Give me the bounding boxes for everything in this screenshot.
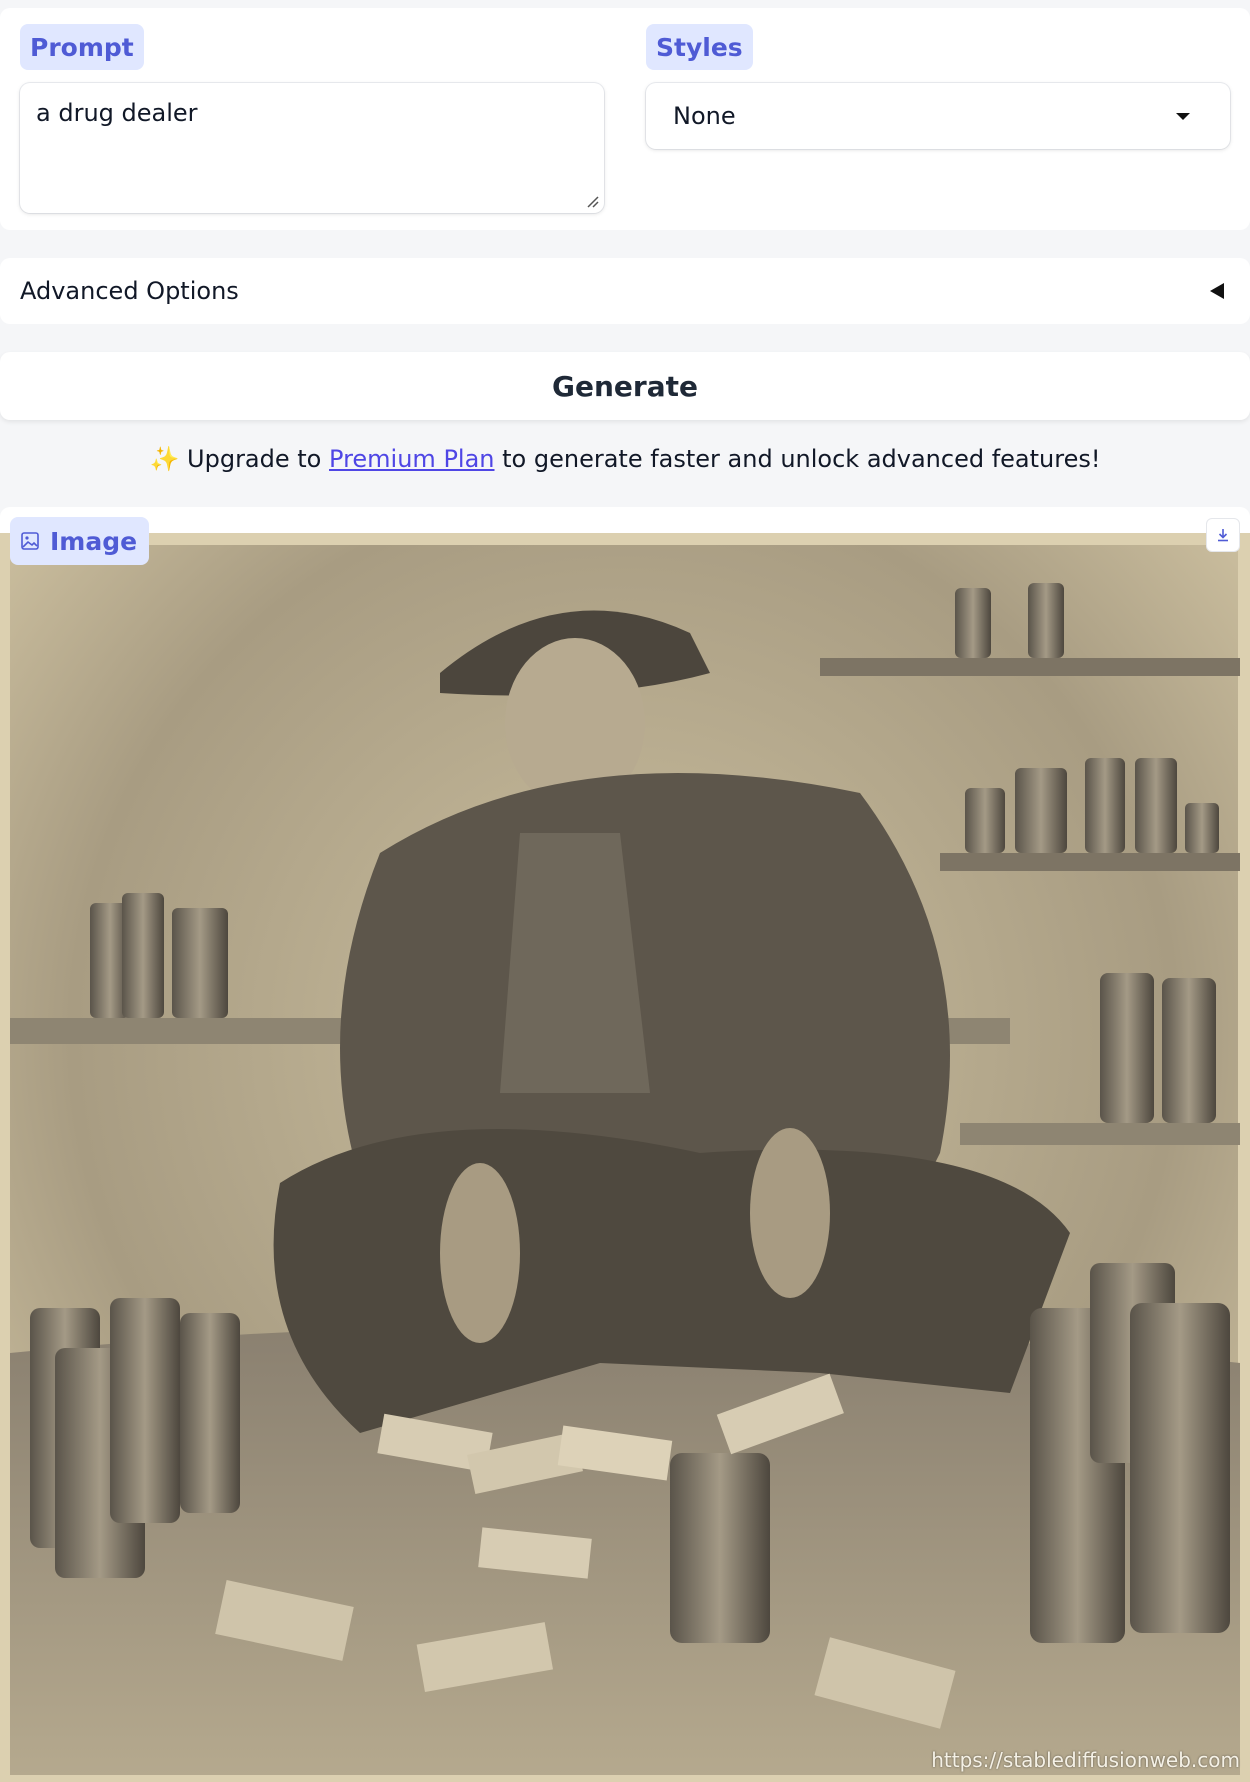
download-icon <box>1218 529 1228 542</box>
generated-image <box>0 533 1250 1782</box>
prompt-textarea[interactable]: a drug dealer <box>20 83 604 213</box>
premium-plan-link[interactable]: Premium Plan <box>329 445 494 473</box>
resize-handle-icon[interactable] <box>585 194 599 208</box>
generate-button[interactable]: Generate <box>0 352 1250 420</box>
upgrade-promo: ✨ Upgrade to Premium Plan to generate fa… <box>0 445 1250 473</box>
image-label: Image <box>10 517 150 565</box>
advanced-options-accordion[interactable]: Advanced Options <box>0 258 1250 324</box>
image-icon <box>21 532 39 550</box>
prompt-label: Prompt <box>20 24 144 70</box>
sparkle-icon: ✨ <box>149 445 180 473</box>
image-label-text: Image <box>50 526 138 556</box>
watermark-text: https://stablediffusionweb.com <box>931 1748 1240 1772</box>
styles-selected-value: None <box>673 102 736 130</box>
download-button[interactable] <box>1206 518 1240 552</box>
output-image-panel: https://stablediffusionweb.com <box>0 507 1250 1782</box>
collapse-arrow-icon <box>1210 283 1224 299</box>
styles-label: Styles <box>646 24 753 70</box>
input-panel: Prompt a drug dealer Styles None <box>0 8 1250 230</box>
styles-dropdown[interactable]: None <box>646 83 1230 149</box>
advanced-options-label: Advanced Options <box>20 277 239 305</box>
promo-prefix: Upgrade to <box>187 445 322 473</box>
chevron-down-icon <box>1176 113 1190 120</box>
prompt-text: a drug dealer <box>36 99 198 127</box>
promo-suffix: to generate faster and unlock advanced f… <box>502 445 1101 473</box>
